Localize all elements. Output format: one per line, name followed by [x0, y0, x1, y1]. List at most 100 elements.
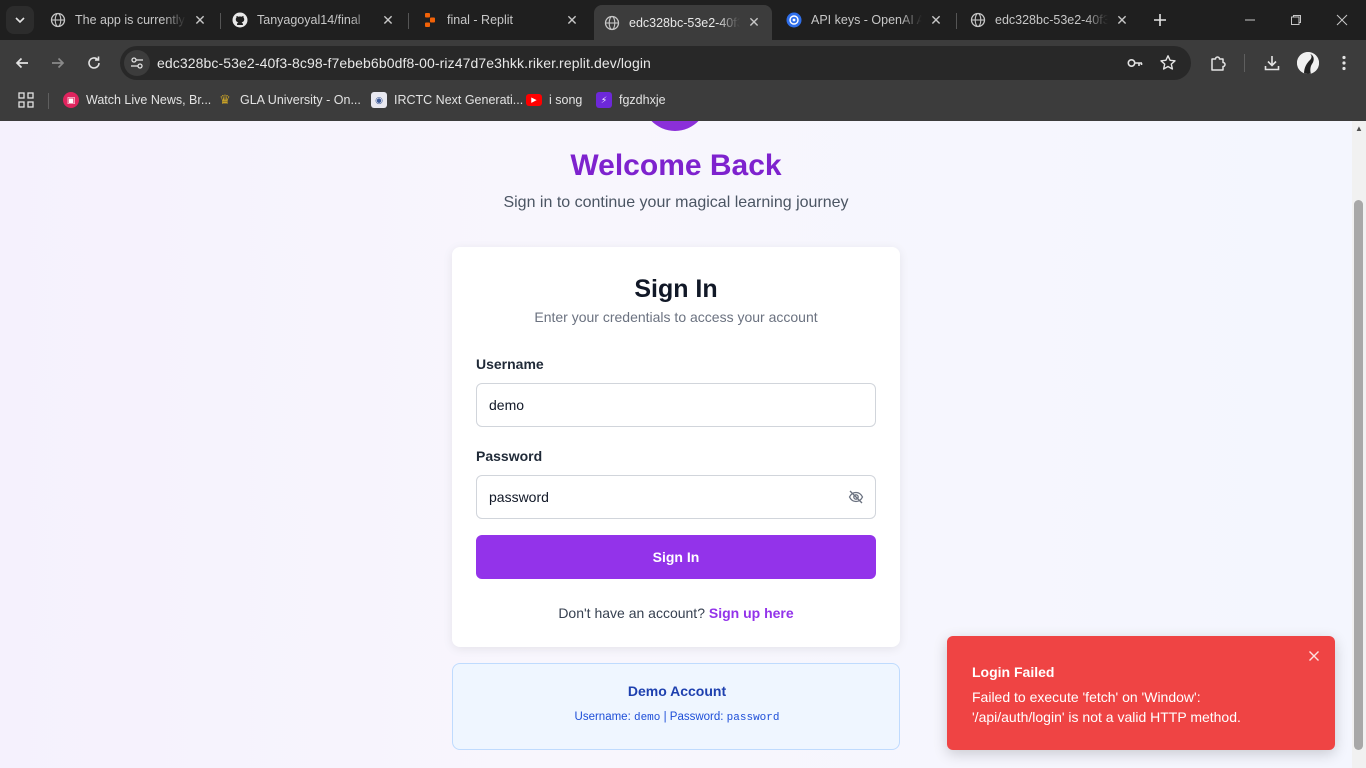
tab-divider [220, 13, 221, 29]
demo-password: password [726, 712, 780, 724]
browser-menu-button[interactable] [1333, 52, 1355, 74]
password-label: Password [476, 448, 543, 464]
arrow-left-icon [15, 57, 28, 69]
reload-button[interactable] [80, 49, 108, 77]
bookmark-label: GLA University - On... [240, 93, 361, 107]
globe-icon [50, 12, 66, 28]
tab-title: Tanyagoyal14/final [257, 13, 361, 27]
scroll-up-arrow-icon[interactable]: ▲ [1354, 124, 1364, 134]
signup-prompt: Don't have an account? [558, 605, 705, 621]
page-title: Welcome Back [570, 149, 782, 182]
tab-app-status[interactable]: The app is currently n ✕ [40, 5, 218, 35]
scrollbar-thumb[interactable] [1354, 200, 1363, 750]
downloads-button[interactable] [1261, 52, 1283, 74]
puzzle-icon [1211, 56, 1226, 71]
close-icon[interactable]: ✕ [564, 12, 580, 28]
tab-title: The app is currently n [75, 13, 186, 27]
youtube-icon: ▶ [526, 94, 542, 106]
apps-grid-icon[interactable] [18, 92, 34, 108]
tab-title: final - Replit [447, 13, 513, 27]
back-button[interactable] [8, 49, 36, 77]
extensions-button[interactable] [1207, 52, 1229, 74]
restore-icon [1291, 15, 1301, 25]
live-tv-icon: ▣ [63, 92, 79, 108]
signup-link[interactable]: Sign up here [709, 605, 794, 621]
globe-icon [604, 15, 620, 31]
arrow-right-icon [52, 57, 65, 69]
username-field[interactable] [477, 384, 817, 426]
card-subtitle: Enter your credentials to access your ac… [534, 309, 818, 325]
replit-icon [422, 12, 438, 28]
error-toast: Login Failed Failed to execute 'fetch' o… [947, 636, 1335, 750]
demo-title: Demo Account [627, 683, 727, 699]
demo-credentials: Username: demo | Password: password [453, 711, 901, 724]
forward-button[interactable] [44, 49, 72, 77]
sign-in-card: Sign In Enter your credentials to access… [452, 247, 900, 647]
bookmark-live-news[interactable]: ▣ Watch Live News, Br... [63, 91, 211, 109]
close-icon[interactable] [1307, 649, 1321, 663]
bookmark-divider [48, 93, 49, 109]
chevron-down-icon [15, 17, 25, 24]
bookmark-label: IRCTC Next Generati... [394, 93, 524, 107]
sign-in-button[interactable]: Sign In [476, 535, 876, 579]
password-field[interactable] [477, 476, 817, 518]
new-tab-button[interactable] [1148, 8, 1172, 32]
more-vertical-icon [1342, 55, 1346, 71]
tab-title: edc328bc-53e2-40f3 [995, 13, 1108, 27]
irctc-logo-icon: ◉ [371, 92, 387, 108]
minimize-button[interactable] [1227, 0, 1273, 40]
tab-strip: The app is currently n ✕ Tanyagoyal14/fi… [0, 0, 1366, 40]
demo-username: demo [633, 712, 661, 724]
toast-message: Failed to execute 'fetch' on 'Window': '… [972, 689, 1241, 725]
lightning-icon: ⚡ [596, 92, 612, 108]
openai-icon [786, 12, 802, 28]
toast-title: Login Failed [972, 664, 1055, 680]
university-crest-icon: ♛ [219, 92, 231, 107]
bookmark-irctc[interactable]: ◉ IRCTC Next Generati... [371, 91, 523, 109]
download-icon [1264, 56, 1280, 71]
tab-active-login[interactable]: edc328bc-53e2-40f3 ✕ [594, 5, 772, 40]
site-settings-button[interactable] [124, 50, 150, 76]
demo-separator: | [663, 711, 667, 723]
minimize-icon [1245, 19, 1255, 21]
demo-account-box: Demo Account Username: demo | Password: … [452, 663, 900, 750]
window-close-button[interactable] [1319, 0, 1365, 40]
toolbar-divider [1244, 54, 1245, 72]
close-icon [1336, 14, 1348, 26]
demo-username-label: Username: [574, 711, 631, 723]
url-text[interactable]: edc328bc-53e2-40f3-8c98-f7ebeb6b0df8-00-… [157, 55, 651, 71]
close-icon[interactable]: ✕ [746, 14, 762, 31]
tab-divider [408, 13, 409, 29]
password-key-icon[interactable] [1126, 54, 1144, 72]
bookmark-i-song[interactable]: ▶ i song [526, 91, 582, 109]
bookmark-star-icon[interactable] [1159, 54, 1177, 72]
close-icon[interactable]: ✕ [1114, 12, 1130, 28]
bookmark-fgzdhxje[interactable]: ⚡ fgzdhxje [596, 91, 666, 109]
bookmark-label: fgzdhxje [619, 93, 666, 107]
page-subtitle: Sign in to continue your magical learnin… [503, 194, 849, 211]
tab-replit[interactable]: final - Replit ✕ [412, 5, 590, 35]
app-logo [641, 121, 709, 131]
tab-openai[interactable]: API keys - OpenAI AP ✕ [776, 5, 954, 35]
profile-avatar[interactable] [1297, 52, 1319, 74]
close-icon[interactable]: ✕ [928, 12, 944, 28]
reload-icon [88, 56, 100, 69]
tab-login-duplicate[interactable]: edc328bc-53e2-40f3 ✕ [960, 5, 1140, 35]
bookmark-gla-university[interactable]: ♛ GLA University - On... [217, 91, 361, 109]
tab-title: API keys - OpenAI AP [811, 13, 922, 27]
restore-button[interactable] [1273, 0, 1319, 40]
browser-toolbar: edc328bc-53e2-40f3-8c98-f7ebeb6b0df8-00-… [0, 40, 1366, 86]
close-icon[interactable]: ✕ [192, 12, 208, 28]
demo-password-label: Password: [669, 711, 724, 723]
plus-icon [1154, 14, 1166, 26]
tab-search-button[interactable] [6, 6, 34, 34]
eye-off-icon[interactable] [848, 489, 864, 505]
username-field-wrapper [476, 383, 876, 427]
username-label: Username [476, 356, 544, 372]
tab-github[interactable]: Tanyagoyal14/final ✕ [222, 5, 406, 35]
tab-divider [956, 13, 957, 29]
tab-title: edc328bc-53e2-40f3 [629, 15, 740, 30]
address-bar[interactable]: edc328bc-53e2-40f3-8c98-f7ebeb6b0df8-00-… [120, 46, 1191, 80]
close-icon[interactable]: ✕ [380, 12, 396, 28]
bookmark-label: i song [549, 93, 583, 107]
